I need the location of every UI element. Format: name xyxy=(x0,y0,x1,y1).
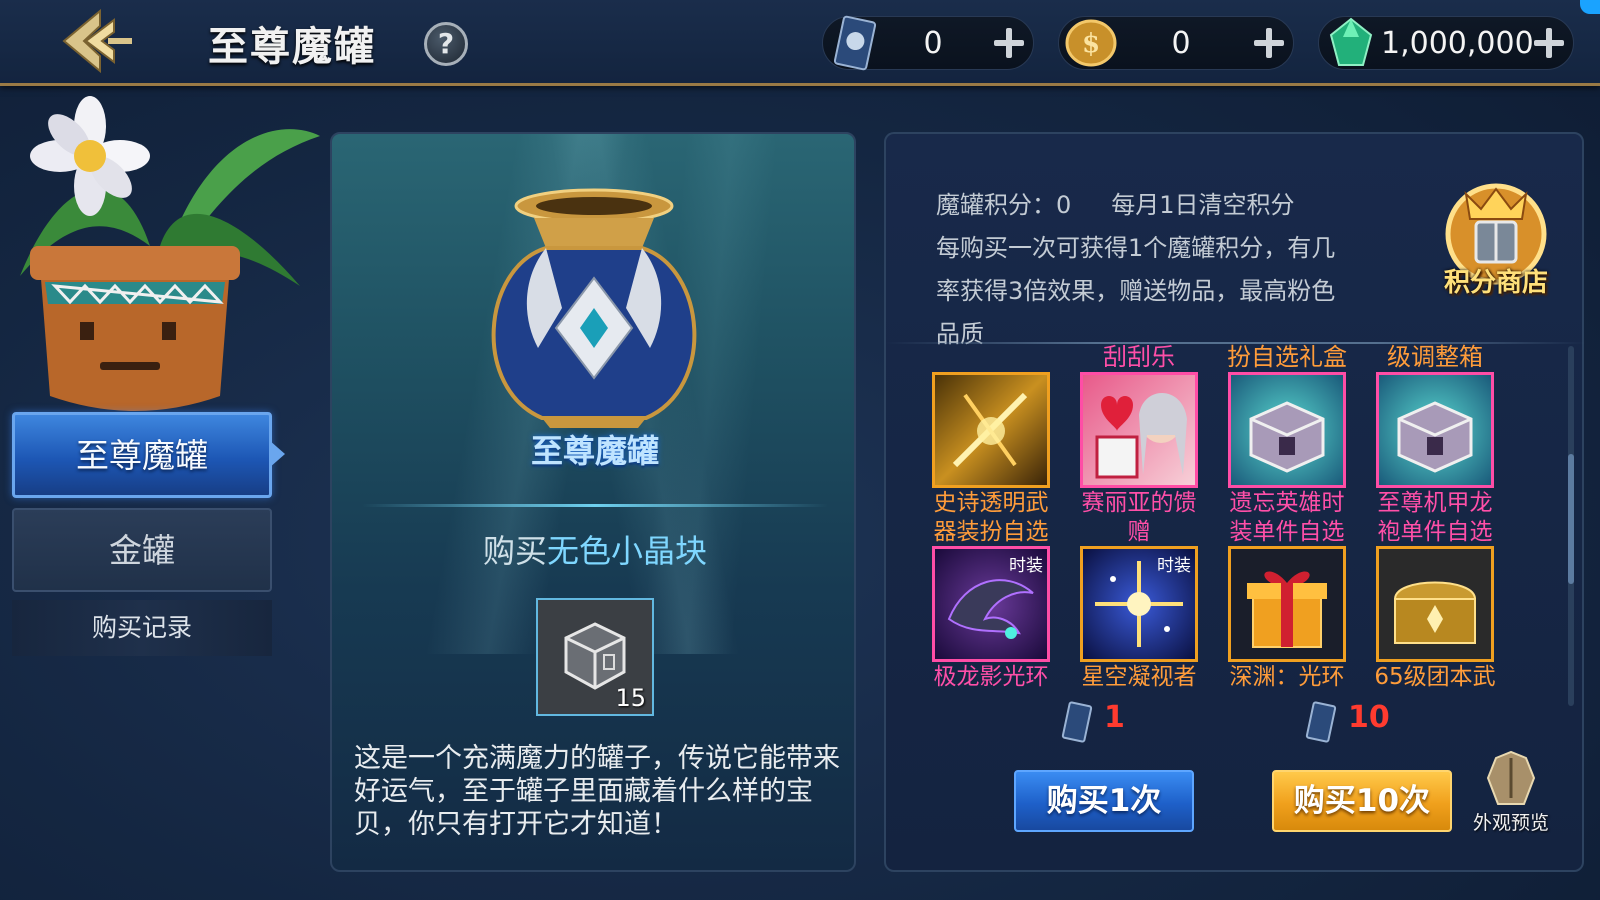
supreme-jar-icon xyxy=(491,188,697,428)
reward-item[interactable]: 65级团本武 xyxy=(1360,516,1510,691)
points-label: 魔罐积分： xyxy=(936,191,1056,219)
reward-name-line1: 极龙影光环 xyxy=(933,664,1049,690)
reward-name-line1: 遗忘英雄时 xyxy=(1229,490,1345,516)
diamond-icon xyxy=(1329,17,1373,66)
info-line-2: 每购买一次可获得1个魔罐积分，有几 xyxy=(936,234,1336,262)
card-ticket-value: 0 xyxy=(923,26,943,61)
add-diamond-button[interactable] xyxy=(1531,25,1567,61)
golden-chest-icon xyxy=(1376,546,1494,662)
purchase-record-tab[interactable]: 购买记录 xyxy=(12,600,272,656)
buy-prefix: 购买 xyxy=(482,532,547,570)
tab-supreme-jar[interactable]: 至尊魔罐 xyxy=(12,412,272,498)
reward-above-text: 刮刮乐 xyxy=(1103,343,1175,371)
armor-preview-icon xyxy=(1486,750,1536,805)
appearance-preview-button[interactable]: 外观预览 xyxy=(1466,748,1556,835)
buy10-cost: 10 xyxy=(1348,700,1390,735)
reward-name-line1: 史诗透明武 xyxy=(933,490,1049,516)
fashion-badge: 时装 xyxy=(1157,556,1191,576)
buy-item-label: 购买无色小晶块 xyxy=(332,526,854,572)
fashion-badge: 时装 xyxy=(1009,556,1043,576)
reward-scroll-thumb[interactable] xyxy=(1568,454,1574,584)
crystal-item-slot[interactable]: 15 xyxy=(536,598,654,716)
reward-panel: 魔罐积分：0 每月1日清空积分 每购买一次可获得1个魔罐积分，有几 率获得3倍效… xyxy=(884,132,1586,872)
info-line-3: 率获得3倍效果，赠送物品，最高粉色 xyxy=(936,277,1336,305)
reset-note: 每月1日清空积分 xyxy=(1111,191,1295,219)
reward-above-text xyxy=(916,342,1066,372)
svg-text:$: $ xyxy=(1082,29,1100,59)
points-info: 魔罐积分：0 每月1日清空积分 每购买一次可获得1个魔罐积分，有几 率获得3倍效… xyxy=(936,184,1406,356)
card-ticket-icon xyxy=(1305,701,1337,743)
reward-item[interactable]: 时装 极龙影光环 xyxy=(916,516,1066,691)
top-bar: 至尊魔罐 ? 0 $ 0 1,000,000 xyxy=(0,0,1600,86)
reward-name-line1: 赛丽亚的馈 xyxy=(1081,490,1197,516)
currency-card-ticket: 0 xyxy=(822,15,1034,71)
active-tab-pointer xyxy=(269,440,285,468)
reward-name-line1: 星空凝视者 xyxy=(1081,664,1197,690)
reward-item[interactable]: 时装 星空凝视者 xyxy=(1064,516,1214,691)
jar-name-label: 至尊魔罐 xyxy=(530,432,659,470)
gift-box-icon xyxy=(1228,546,1346,662)
buy-ten-button[interactable]: 购买10次 xyxy=(1272,770,1452,832)
corner-badge xyxy=(1580,0,1600,14)
card-ticket-icon xyxy=(1061,701,1093,743)
reward-name-line1: 65级团本武 xyxy=(1374,664,1496,690)
currency-gold-coin: $ 0 xyxy=(1058,16,1294,70)
flower-pot-mascot xyxy=(20,96,320,411)
preview-label: 外观预览 xyxy=(1472,812,1549,834)
jar-description: 这是一个充满魔力的罐子，传说它能带来好运气，至于罐子里面藏着什么样的宝贝，你只有… xyxy=(354,743,840,840)
add-card-ticket-button[interactable] xyxy=(991,25,1027,61)
reward-name-line1: 深渊：光环 xyxy=(1229,664,1345,690)
panel-divider xyxy=(362,504,828,507)
dragon-aura-icon: 时装 xyxy=(932,546,1050,662)
points-shop-label[interactable]: 积分商店 xyxy=(1426,262,1566,299)
buy1-cost: 1 xyxy=(1104,700,1125,735)
add-gold-coin-button[interactable] xyxy=(1251,25,1287,61)
chest-icon xyxy=(1228,372,1346,488)
reward-above-text: 级调整箱 xyxy=(1387,343,1483,371)
back-arrow-icon[interactable] xyxy=(56,6,136,76)
reward-name-line1: 至尊机甲龙 xyxy=(1377,490,1493,516)
starry-gazer-icon: 时装 xyxy=(1080,546,1198,662)
page-title: 至尊魔罐 xyxy=(208,24,376,70)
diamond-value: 1,000,000 xyxy=(1381,26,1534,61)
tab-gold-jar[interactable]: 金罐 xyxy=(12,508,272,592)
card-ticket-icon xyxy=(833,15,877,71)
currency-diamond: 1,000,000 xyxy=(1318,16,1574,70)
seria-gift-icon xyxy=(1080,372,1198,488)
reward-item[interactable]: 深渊：光环 xyxy=(1212,516,1362,691)
item-count: 15 xyxy=(615,684,646,712)
weapon-skin-icon xyxy=(932,372,1050,488)
gold-coin-value: 0 xyxy=(1171,26,1191,61)
buy-item-name: 无色小晶块 xyxy=(547,532,708,570)
jar-panel: 至尊魔罐 购买无色小晶块 15 这是一个充满魔力的罐子，传说它能带来好运气，至于… xyxy=(330,132,856,872)
gold-coin-icon: $ xyxy=(1065,19,1117,67)
help-icon[interactable]: ? xyxy=(424,22,468,66)
points-value: 0 xyxy=(1056,191,1072,219)
buy-once-button[interactable]: 购买1次 xyxy=(1014,770,1194,832)
reward-above-text: 扮自选礼盒 xyxy=(1227,343,1347,371)
chest-icon xyxy=(1376,372,1494,488)
